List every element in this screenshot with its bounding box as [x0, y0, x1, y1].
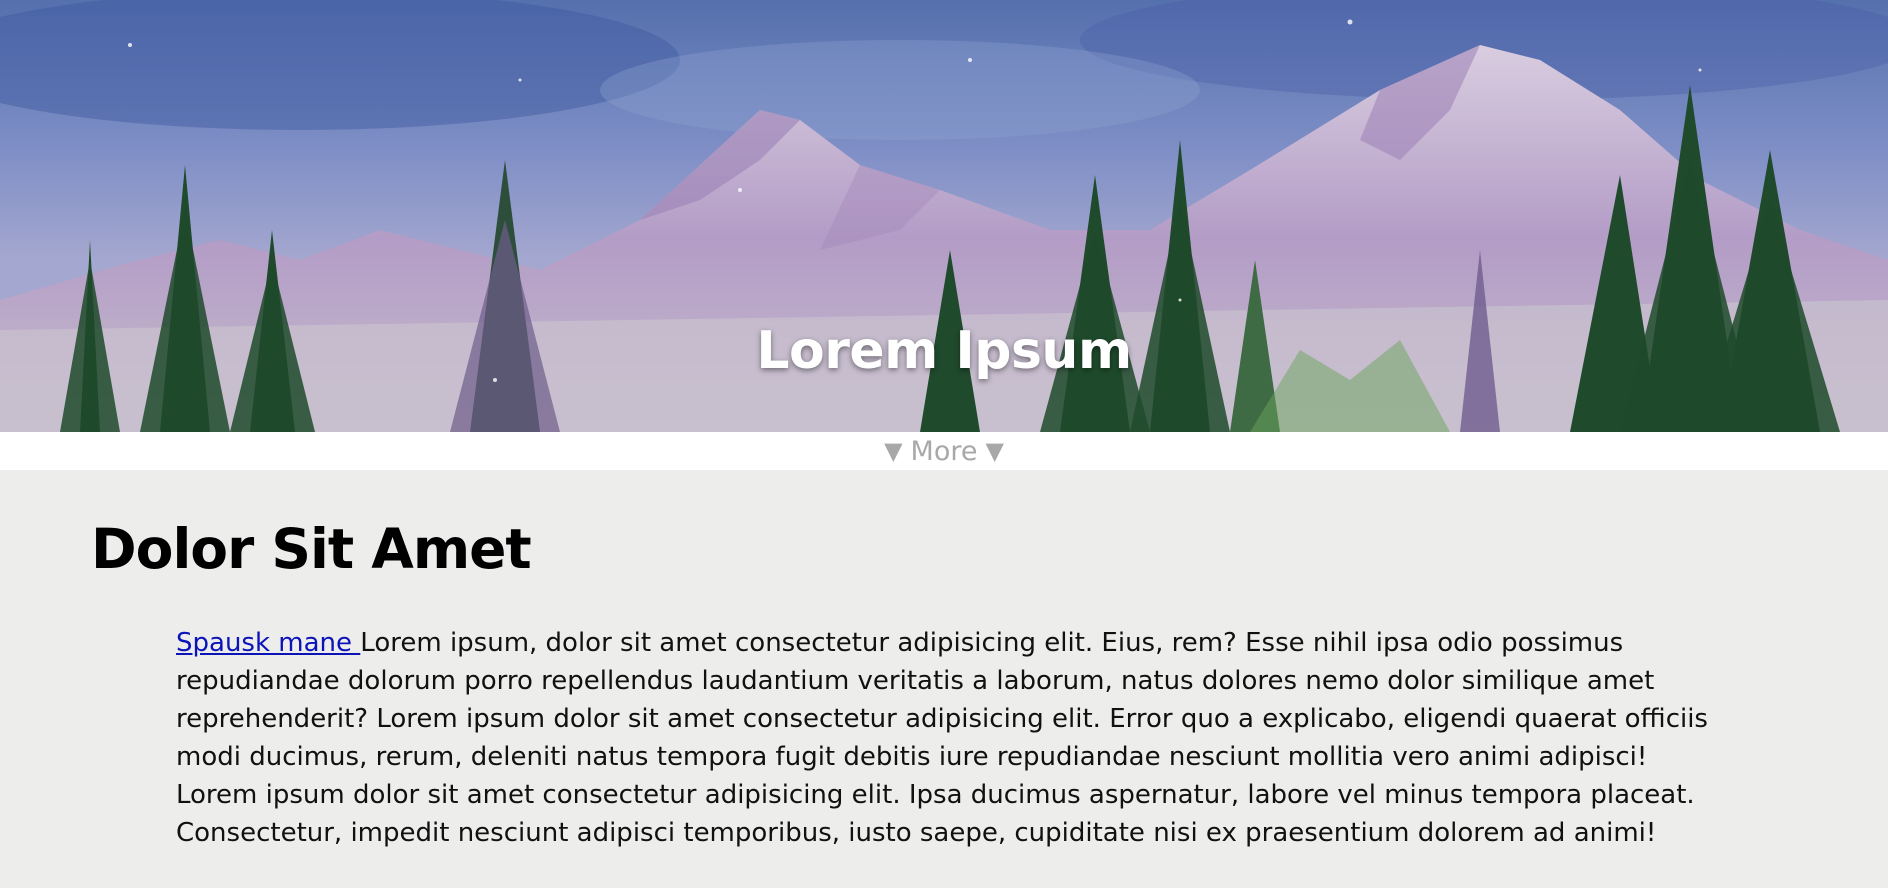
hero-title: Lorem Ipsum [756, 321, 1132, 381]
main-content: Dolor Sit Amet Spausk mane Lorem ipsum, … [0, 470, 1888, 852]
section-paragraph: Spausk mane Lorem ipsum, dolor sit amet … [176, 624, 1731, 852]
paragraph-text: Lorem ipsum, dolor sit amet consectetur … [176, 628, 1708, 848]
spausk-mane-link[interactable]: Spausk mane [176, 628, 360, 658]
section-title: Dolor Sit Amet [91, 517, 532, 581]
hero-banner: Lorem Ipsum [0, 0, 1888, 432]
more-label: More [910, 435, 978, 467]
triangle-down-icon: ▼ [884, 437, 903, 465]
more-toggle-button[interactable]: ▼ More ▼ [0, 432, 1888, 470]
triangle-down-icon: ▼ [985, 437, 1004, 465]
